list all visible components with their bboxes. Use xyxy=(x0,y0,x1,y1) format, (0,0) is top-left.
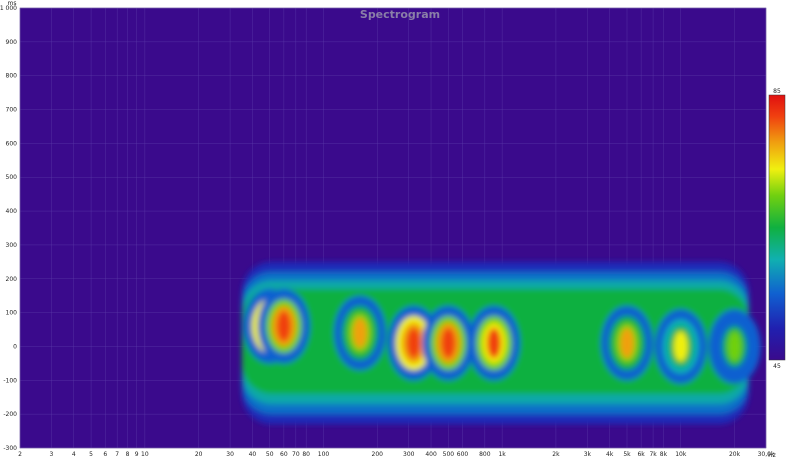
x-tick-label: 40 xyxy=(249,451,257,458)
x-tick-label: 7 xyxy=(115,451,119,458)
x-tick-label: 600 xyxy=(457,451,469,458)
heat-spot xyxy=(727,331,742,362)
y-tick-label: 200 xyxy=(6,276,18,283)
y-tick-label: 400 xyxy=(6,208,18,215)
y-tick-label: 600 xyxy=(6,140,18,147)
y-tick-label: 1 000 xyxy=(0,5,17,12)
x-tick-label: 3k xyxy=(584,451,592,458)
x-tick-label: 10k xyxy=(675,451,687,458)
spectrogram-chart: Spectrogram ms Hz 2 3 4 5 6 7 8 9 10 20 30 40 50 60 70… xyxy=(0,0,800,460)
x-tick-label: 50 xyxy=(266,451,274,458)
y-tick-label: 900 xyxy=(6,39,18,46)
x-tick-label: 7k xyxy=(649,451,657,458)
x-tick-label: 6k xyxy=(637,451,645,458)
y-tick-label: 0 xyxy=(13,343,17,350)
x-tick-label: 30,0k xyxy=(758,451,775,458)
x-tick-label: 400 xyxy=(425,451,437,458)
x-tick-label: 300 xyxy=(403,451,415,458)
colorbar-min-label: 45 xyxy=(773,363,781,370)
colorbar xyxy=(768,94,786,361)
x-tick-label: 10 xyxy=(141,451,149,458)
x-tick-label: 70 xyxy=(292,451,300,458)
x-tick-label: 9 xyxy=(135,451,139,458)
x-tick-label: 100 xyxy=(318,451,330,458)
x-tick-label: 80 xyxy=(302,451,310,458)
x-tick-label: 30 xyxy=(226,451,234,458)
x-tick-label: 5k xyxy=(623,451,631,458)
heatmap-layer xyxy=(242,261,761,425)
y-tick-label: -300 xyxy=(3,445,17,452)
heat-spot xyxy=(276,310,291,342)
x-tick-label: 5 xyxy=(89,451,93,458)
x-tick-label: 60 xyxy=(280,451,288,458)
x-tick-label: 20 xyxy=(195,451,203,458)
x-tick-label: 800 xyxy=(479,451,491,458)
y-tick-label: 100 xyxy=(6,310,18,317)
x-tick-label: 8 xyxy=(126,451,130,458)
x-tick-label: 6 xyxy=(103,451,107,458)
y-tick-label: 500 xyxy=(6,174,18,181)
x-tick-label: 3 xyxy=(50,451,54,458)
heat-spot xyxy=(619,327,634,359)
x-tick-label: 2k xyxy=(552,451,560,458)
chart-svg: Spectrogram ms Hz 2 3 4 5 6 7 8 9 10 20 30 40 50 60 70… xyxy=(0,0,786,459)
y-axis-ticks: 1 0009008007006005004003002001000-100-20… xyxy=(0,5,17,452)
x-tick-label: 20k xyxy=(729,451,741,458)
x-axis-ticks: 2 3 4 5 6 7 8 9 10 20 30 40 50 60 70 80 100 200 300 400 500 6… xyxy=(18,451,775,458)
x-tick-label: 4 xyxy=(72,451,76,458)
heat-spot xyxy=(673,331,688,362)
y-tick-label: 300 xyxy=(6,242,18,249)
x-tick-label: 500 xyxy=(443,451,455,458)
chart-title: Spectrogram xyxy=(360,8,440,21)
x-tick-label: 2 xyxy=(18,451,22,458)
y-tick-label: -200 xyxy=(3,411,17,418)
y-tick-label: -100 xyxy=(3,377,17,384)
heat-spot xyxy=(406,327,421,359)
x-tick-label: 1k xyxy=(498,451,506,458)
y-tick-label: 800 xyxy=(6,73,18,80)
heat-spot xyxy=(441,327,456,359)
x-tick-label: 4k xyxy=(606,451,614,458)
x-tick-label: 8k xyxy=(660,451,668,458)
colorbar-max-label: 85 xyxy=(773,88,781,95)
x-tick-label: 200 xyxy=(372,451,384,458)
y-tick-label: 700 xyxy=(6,107,18,114)
heat-spot xyxy=(486,327,501,359)
heat-spot xyxy=(352,317,367,349)
